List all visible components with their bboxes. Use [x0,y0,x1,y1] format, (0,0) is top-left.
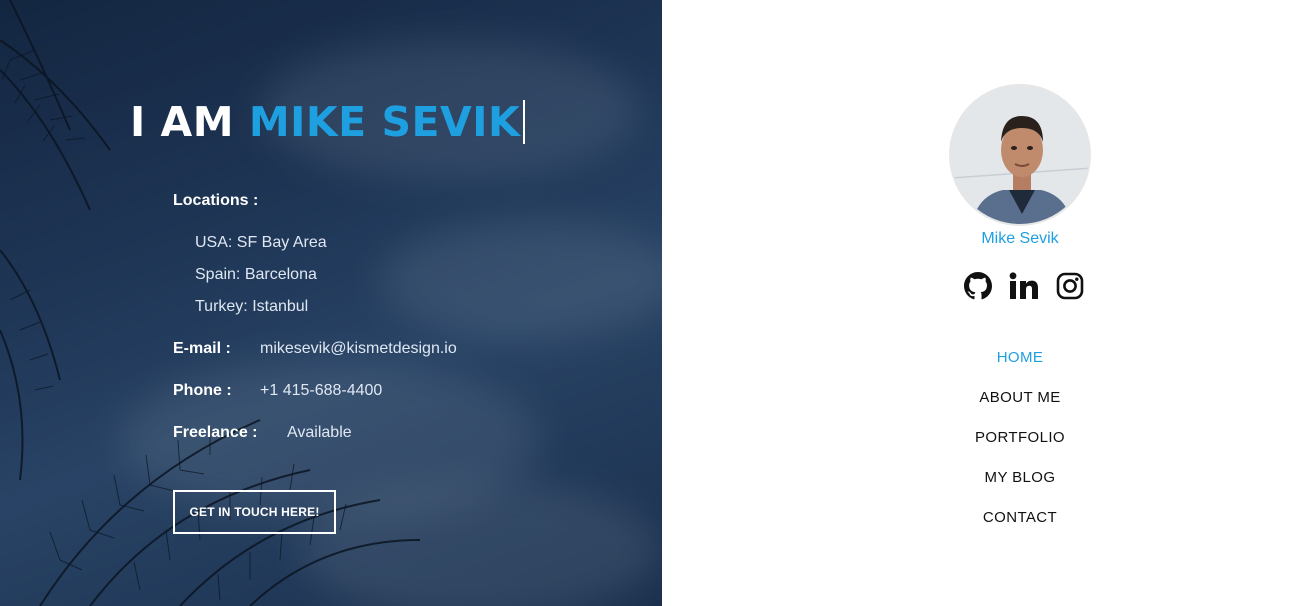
freelance-label: Freelance : [173,424,258,441]
instagram-icon[interactable] [1054,270,1086,302]
get-in-touch-button[interactable]: GET IN TOUCH HERE! [173,490,336,534]
github-icon[interactable] [962,270,994,302]
freelance-value: Available [287,424,352,441]
linkedin-icon[interactable] [1008,270,1040,302]
nav-item-home[interactable]: HOME [662,346,1304,386]
location-item: USA: SF Bay Area [195,234,327,251]
headline-name: MIKE SEVIK [248,98,521,146]
headline-greeting: I AM [130,98,235,146]
nav-item-portfolio[interactable]: PORTFOLIO [662,426,1304,466]
phone-label: Phone : [173,382,232,399]
profile-name[interactable]: Mike Sevik [662,230,1304,248]
typing-caret [523,100,526,144]
main-nav: HOME ABOUT ME PORTFOLIO MY BLOG CONTACT [662,346,1304,546]
sidebar: Mike Sevik HOME ABOUT ME PORTFOLIO MY BL… [662,0,1304,606]
avatar[interactable] [949,84,1091,226]
email-label: E-mail : [173,340,231,357]
email-value: mikesevik@kismetdesign.io [260,340,457,357]
phone-value: +1 415-688-4400 [260,382,383,399]
locations-label: Locations : [173,192,259,209]
location-item: Spain: Barcelona [195,266,317,283]
hero-section: I AM MIKE SEVIK Locations : USA: SF Bay … [0,0,662,606]
nav-item-contact[interactable]: CONTACT [662,506,1304,546]
nav-item-my-blog[interactable]: MY BLOG [662,466,1304,506]
hero-headline: I AM MIKE SEVIK [130,98,526,146]
nav-item-about-me[interactable]: ABOUT ME [662,386,1304,426]
location-item: Turkey: Istanbul [195,298,309,315]
social-links [962,270,1086,302]
avatar-portrait [951,86,1089,224]
